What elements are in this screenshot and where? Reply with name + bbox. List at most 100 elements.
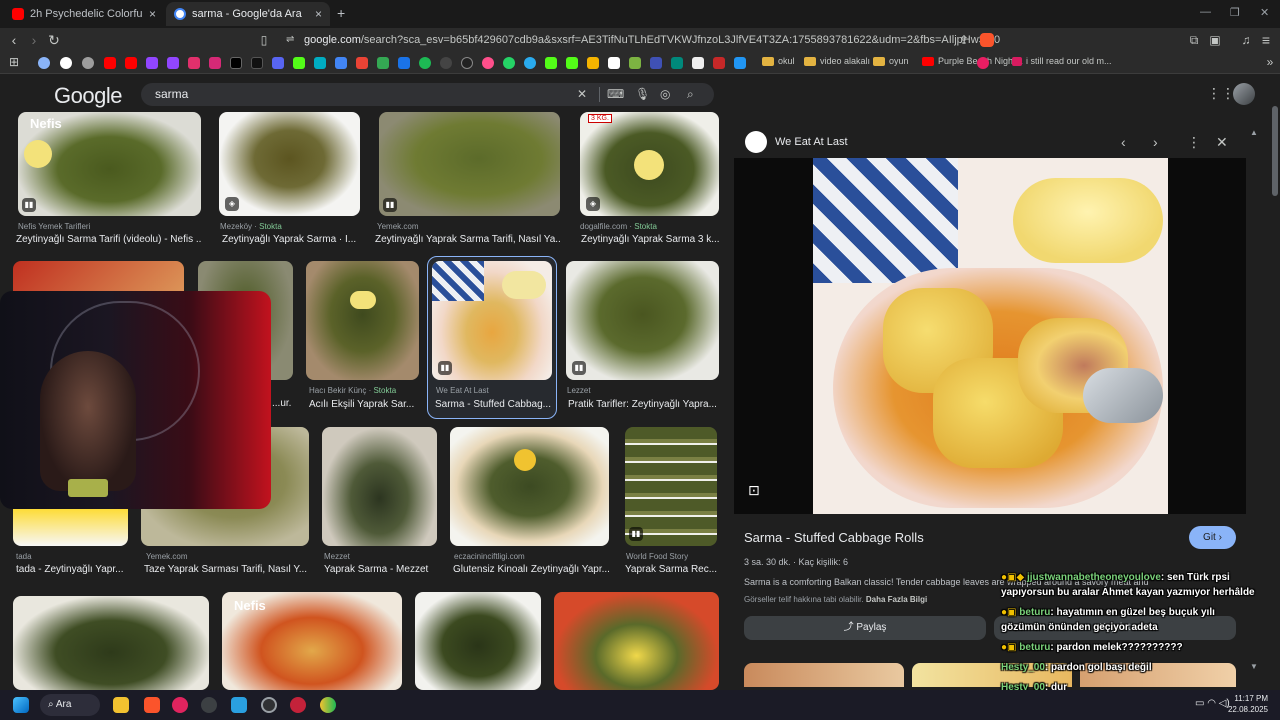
- youtube-bookmark-icon[interactable]: [125, 57, 137, 69]
- media-player-icon[interactable]: [172, 697, 188, 713]
- bookmark-purple-beach[interactable]: Purple Beach Night...: [922, 56, 1023, 66]
- github-icon[interactable]: [461, 57, 473, 69]
- keyboard-icon[interactable]: ⌨: [607, 87, 624, 101]
- tab-background-video[interactable]: 2h Psychedelic Colorful Neon Backg ×: [4, 2, 164, 26]
- avatar[interactable]: [1233, 83, 1255, 105]
- bookmark-icon[interactable]: [650, 57, 662, 69]
- result-image[interactable]: [554, 592, 719, 690]
- restore-icon[interactable]: ❐: [1230, 6, 1240, 19]
- result-image[interactable]: Nefis: [222, 592, 402, 690]
- whatsapp-icon[interactable]: [503, 57, 515, 69]
- result-title[interactable]: Yaprak Sarma Rec...: [625, 564, 717, 575]
- lens-search-icon[interactable]: ⊡: [748, 482, 760, 499]
- result-title[interactable]: Zeytinyağlı Yaprak Sarma 3 k...: [581, 234, 719, 245]
- bookmark-icon[interactable]: [671, 57, 683, 69]
- instagram-icon[interactable]: [188, 57, 200, 69]
- windows-start-icon[interactable]: [13, 697, 29, 713]
- result-image[interactable]: ▮▮: [432, 261, 552, 380]
- taskbar-clock[interactable]: 11:17 PM 22.08.2025: [1220, 693, 1268, 715]
- reload-icon[interactable]: ↻: [46, 32, 62, 48]
- kick-icon[interactable]: [545, 57, 557, 69]
- address-bar[interactable]: ⇌ google.com/search?sca_esv=b65bf429607c…: [280, 29, 1000, 51]
- bookmark-icon[interactable]: [977, 57, 989, 69]
- result-title[interactable]: ...ur...: [272, 398, 292, 409]
- photos-icon[interactable]: [231, 697, 247, 713]
- google-logo[interactable]: Google: [54, 83, 122, 109]
- save-button[interactable]: Kaydet: [994, 616, 1236, 640]
- google-docs-icon[interactable]: [335, 57, 347, 69]
- gmail-icon[interactable]: [356, 57, 368, 69]
- preview-image-frame[interactable]: ⊡: [734, 158, 1246, 514]
- twitch-icon[interactable]: [146, 57, 158, 69]
- tiktok-icon[interactable]: [251, 57, 263, 69]
- app-icon[interactable]: [201, 697, 217, 713]
- search-icon[interactable]: ⌕: [687, 87, 694, 102]
- result-image[interactable]: [322, 427, 437, 546]
- result-image[interactable]: [415, 592, 541, 690]
- discord-icon[interactable]: [272, 57, 284, 69]
- result-title[interactable]: Zeytinyağlı Sarma Tarifi (videolu) - Nef…: [16, 234, 201, 245]
- panel-title[interactable]: Sarma - Stuffed Cabbage Rolls: [744, 530, 924, 545]
- search-box[interactable]: sarma ✕ ⌨ 🎙︎ ◎ ⌕: [141, 83, 714, 106]
- panel-scrollbar[interactable]: ▲ ▼: [1250, 128, 1258, 671]
- result-title[interactable]: Yaprak Sarma - Mezzet: [324, 564, 437, 575]
- kick-icon[interactable]: [293, 57, 305, 69]
- back-icon[interactable]: ‹: [6, 32, 22, 48]
- close-icon[interactable]: ×: [149, 7, 156, 21]
- kick-icon[interactable]: [566, 57, 578, 69]
- bookmark-icon[interactable]: [440, 57, 452, 69]
- bookmark-icon[interactable]: [692, 57, 704, 69]
- telegram-icon[interactable]: [524, 57, 536, 69]
- twitch-icon[interactable]: [167, 57, 179, 69]
- result-image[interactable]: ▮▮: [625, 427, 717, 546]
- file-explorer-icon[interactable]: [113, 697, 129, 713]
- youtube-bookmark-icon[interactable]: [104, 57, 116, 69]
- result-image[interactable]: [13, 596, 209, 690]
- close-icon[interactable]: ×: [315, 7, 322, 21]
- bookmark-folder-okul[interactable]: okul: [762, 56, 795, 66]
- site-info-icon[interactable]: ⇌: [286, 29, 294, 51]
- microphone-icon[interactable]: 🎙︎: [635, 87, 650, 101]
- result-image[interactable]: Nefis ▮▮: [18, 112, 201, 216]
- taskbar-search[interactable]: ⌕ Ara: [40, 694, 100, 716]
- result-title[interactable]: Pratik Tarifler: Zeytinyağlı Yapra...: [568, 399, 719, 410]
- next-icon[interactable]: ›: [1153, 134, 1158, 150]
- google-bookmark-icon[interactable]: [60, 57, 72, 69]
- menu-icon[interactable]: ≡: [1258, 32, 1274, 48]
- clear-icon[interactable]: ✕: [577, 87, 587, 101]
- result-image[interactable]: ▮▮: [379, 112, 560, 216]
- bookmark-folder-video[interactable]: video alakalı: [804, 56, 870, 66]
- more-bookmarks-icon[interactable]: »: [1262, 54, 1278, 70]
- related-image[interactable]: [744, 663, 904, 687]
- window-close-icon[interactable]: ✕: [1260, 6, 1269, 19]
- apps-grid-icon[interactable]: ⊞: [6, 54, 22, 70]
- close-icon[interactable]: ✕: [1216, 134, 1228, 151]
- more-options-icon[interactable]: ⋮: [1187, 134, 1201, 151]
- extensions-icon[interactable]: ⧉: [1186, 32, 1202, 48]
- share-button[interactable]: ⤴ Paylaş: [744, 616, 986, 640]
- related-image[interactable]: [1080, 663, 1236, 687]
- obs-icon[interactable]: [261, 697, 277, 713]
- page-scrollbar[interactable]: [1272, 106, 1278, 196]
- result-title[interactable]: Zeytinyağlı Yaprak Sarma · İ...: [222, 234, 360, 245]
- panel-site-name[interactable]: We Eat At Last: [775, 136, 848, 148]
- result-image[interactable]: [450, 427, 609, 546]
- related-image[interactable]: [912, 663, 1072, 687]
- result-image[interactable]: ▮▮: [566, 261, 719, 380]
- share-icon[interactable]: ⇪: [956, 32, 972, 48]
- google-translate-icon[interactable]: [398, 57, 410, 69]
- minimize-icon[interactable]: —: [1200, 6, 1211, 18]
- new-tab-icon[interactable]: +: [337, 5, 345, 21]
- brave-icon[interactable]: [144, 697, 160, 713]
- scroll-down-icon[interactable]: ▼: [1250, 662, 1258, 671]
- result-title[interactable]: tada - Zeytinyağlı Yapr...: [16, 564, 128, 575]
- bookmark-icon[interactable]: [482, 57, 494, 69]
- bookmark-old-messages[interactable]: i still read our old m...: [1012, 56, 1112, 66]
- chatgpt-icon[interactable]: [82, 57, 94, 69]
- result-image[interactable]: ◈: [219, 112, 360, 216]
- result-title[interactable]: Taze Yaprak Sarması Tarifi, Nasıl Y...: [144, 564, 309, 575]
- result-title[interactable]: Sarma - Stuffed Cabbag...: [435, 399, 552, 410]
- tab-google-search[interactable]: sarma - Google'da Ara ×: [166, 2, 330, 26]
- brave-shield-icon[interactable]: [980, 33, 994, 47]
- forward-icon[interactable]: ›: [26, 32, 42, 48]
